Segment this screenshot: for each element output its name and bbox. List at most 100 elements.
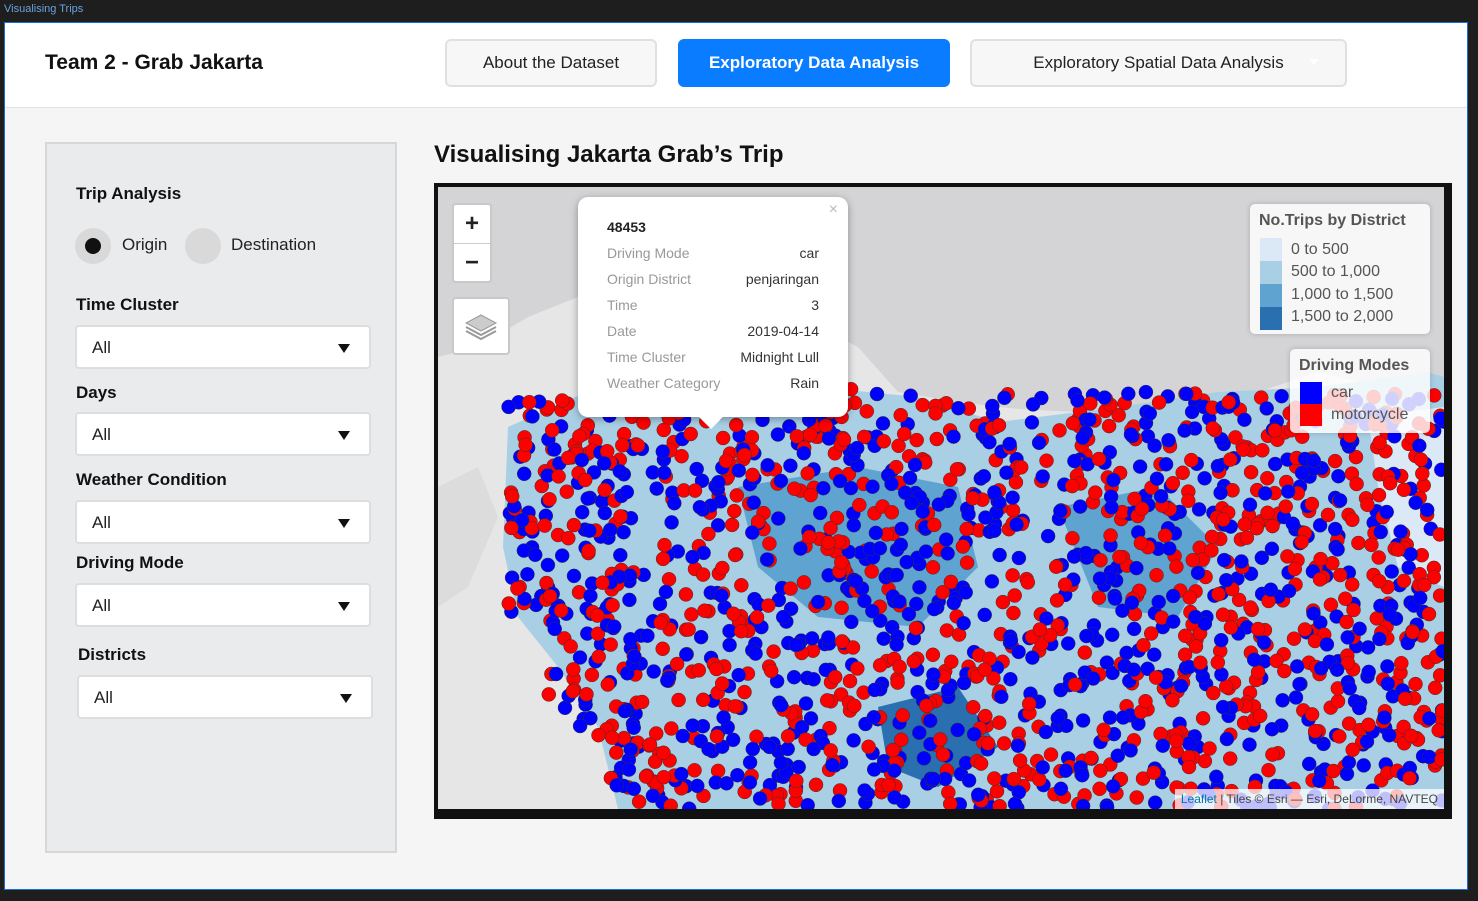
trip-point[interactable] (808, 777, 824, 793)
trip-point[interactable] (1380, 659, 1395, 674)
trip-point[interactable] (725, 732, 741, 748)
trip-point[interactable] (1372, 435, 1387, 450)
trip-point[interactable] (1097, 390, 1112, 405)
trip-point[interactable] (760, 458, 775, 473)
trip-point[interactable] (907, 457, 923, 473)
trip-point[interactable] (935, 747, 951, 762)
trip-point[interactable] (1412, 438, 1427, 453)
trip-point[interactable] (737, 684, 752, 700)
trip-point[interactable] (989, 784, 1005, 799)
trip-point[interactable] (1360, 497, 1375, 513)
trip-point[interactable] (903, 388, 918, 403)
trip-point[interactable] (1330, 542, 1345, 557)
trip-point[interactable] (1371, 573, 1387, 589)
trip-point[interactable] (1361, 664, 1376, 680)
trip-point[interactable] (1216, 552, 1232, 568)
trip-point[interactable] (606, 619, 622, 634)
trip-point[interactable] (1165, 588, 1181, 604)
trip-point[interactable] (1077, 645, 1093, 660)
trip-point[interactable] (616, 524, 631, 540)
trip-point[interactable] (1373, 524, 1388, 540)
radio-origin[interactable] (75, 228, 111, 264)
trip-point[interactable] (1031, 435, 1047, 451)
trip-point[interactable] (1011, 550, 1027, 566)
trip-point[interactable] (1242, 497, 1258, 513)
trip-point[interactable] (1294, 465, 1310, 481)
trip-point[interactable] (780, 741, 795, 757)
tab-exploratory-data-analysis[interactable]: Exploratory Data Analysis (678, 39, 950, 87)
trip-point[interactable] (961, 507, 976, 522)
trip-point[interactable] (687, 483, 703, 498)
trip-point[interactable] (982, 434, 997, 450)
trip-point[interactable] (1010, 738, 1026, 753)
trip-point[interactable] (915, 397, 930, 413)
trip-point[interactable] (602, 522, 618, 538)
trip-point[interactable] (728, 417, 744, 433)
trip-point[interactable] (980, 736, 996, 751)
trip-point[interactable] (823, 520, 838, 536)
trip-point[interactable] (1184, 404, 1200, 420)
trip-point[interactable] (803, 711, 819, 726)
trip-point[interactable] (542, 492, 557, 507)
trip-point[interactable] (1255, 443, 1270, 458)
trip-point[interactable] (977, 662, 993, 677)
trip-point[interactable] (711, 474, 726, 490)
trip-point[interactable] (806, 741, 821, 757)
trip-point[interactable] (1092, 781, 1107, 797)
trip-point[interactable] (1121, 386, 1136, 402)
trip-point[interactable] (1169, 733, 1184, 749)
trip-point[interactable] (1043, 747, 1059, 762)
trip-point[interactable] (1115, 710, 1131, 725)
trip-point[interactable] (1405, 624, 1420, 640)
trip-point[interactable] (1103, 528, 1118, 543)
trip-point[interactable] (876, 434, 892, 449)
trip-point[interactable] (1431, 723, 1444, 738)
trip-point[interactable] (925, 560, 941, 575)
trip-point[interactable] (1093, 763, 1108, 778)
trip-point[interactable] (1012, 753, 1028, 768)
trip-point[interactable] (834, 634, 850, 649)
trip-point[interactable] (1265, 747, 1280, 762)
trip-point[interactable] (1049, 593, 1065, 608)
trip-point[interactable] (1123, 743, 1138, 758)
trip-point[interactable] (701, 526, 716, 542)
trip-point[interactable] (1236, 442, 1251, 457)
trip-point[interactable] (789, 429, 805, 444)
trip-point[interactable] (1067, 453, 1082, 469)
trip-point[interactable] (884, 476, 899, 492)
trip-point[interactable] (901, 606, 917, 622)
trip-point[interactable] (716, 710, 731, 725)
trip-point[interactable] (563, 639, 578, 654)
trip-point[interactable] (961, 773, 977, 788)
trip-point[interactable] (553, 603, 569, 618)
trip-point[interactable] (849, 440, 865, 456)
trip-point[interactable] (1197, 616, 1213, 631)
trip-point[interactable] (786, 669, 802, 685)
trip-point[interactable] (609, 745, 624, 760)
trip-point[interactable] (1260, 470, 1275, 486)
trip-point[interactable] (1092, 571, 1108, 586)
trip-point[interactable] (714, 588, 729, 603)
trip-point[interactable] (1223, 620, 1239, 635)
trip-point[interactable] (687, 763, 702, 778)
trip-point[interactable] (591, 649, 606, 664)
trip-point[interactable] (1278, 499, 1293, 514)
trip-point[interactable] (1393, 524, 1408, 539)
trip-point[interactable] (631, 794, 647, 809)
trip-point[interactable] (1185, 552, 1201, 568)
trip-point[interactable] (1147, 438, 1162, 453)
trip-point[interactable] (1210, 458, 1226, 474)
trip-point[interactable] (1403, 728, 1419, 744)
trip-point[interactable] (1002, 436, 1017, 452)
trip-point[interactable] (1129, 560, 1144, 576)
trip-point[interactable] (719, 776, 734, 791)
trip-point[interactable] (1396, 573, 1412, 589)
trip-point[interactable] (1361, 717, 1376, 733)
trip-point[interactable] (1243, 600, 1258, 615)
trip-point[interactable] (674, 766, 689, 782)
trip-point[interactable] (613, 547, 628, 563)
trip-point[interactable] (516, 466, 532, 482)
trip-point[interactable] (896, 426, 912, 442)
trip-point[interactable] (1149, 567, 1164, 583)
trip-point[interactable] (1053, 503, 1068, 519)
